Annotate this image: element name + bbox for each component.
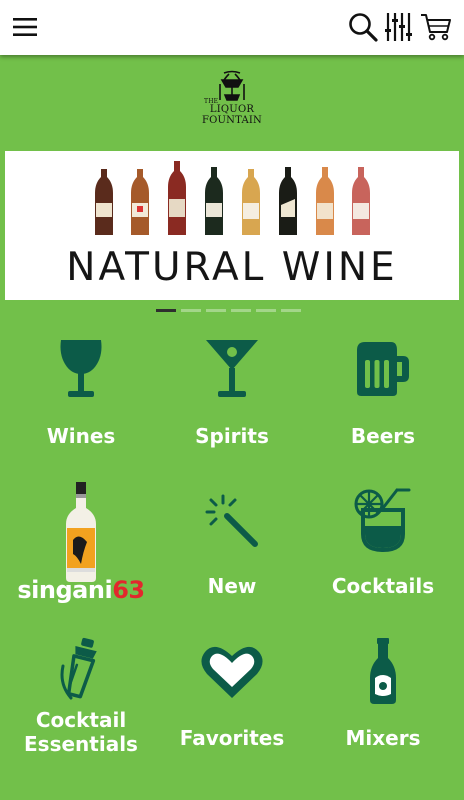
category-label-line1: Cocktail [35, 708, 127, 732]
category-tile-wines[interactable]: Wines [6, 330, 156, 480]
carousel-dot[interactable] [231, 309, 251, 312]
liquor-fountain-logo: THE LIQUOR FOUNTAIN [196, 70, 268, 132]
category-label: Spirits [195, 424, 269, 448]
beer-mug-icon [357, 342, 409, 396]
search-button[interactable] [345, 9, 381, 45]
singani63-logo-text: singani63 [17, 576, 145, 604]
carousel-dot[interactable] [156, 309, 176, 312]
wine-bottles-image [95, 161, 370, 235]
carousel-dot[interactable] [181, 309, 201, 312]
category-label: Wines [46, 424, 116, 448]
carousel-indicator [156, 309, 301, 312]
category-label-line2: Essentials [24, 732, 138, 756]
category-tile-spirits[interactable]: Spirits [157, 330, 307, 480]
category-label: Beers [350, 424, 416, 448]
category-tile-mixers[interactable]: Mixers [308, 630, 458, 780]
category-tile-new[interactable]: New [157, 480, 307, 630]
mixer-bottle-icon [370, 638, 396, 704]
banner-title: NATURAL WINE [66, 245, 398, 290]
category-tile-beers[interactable]: Beers [308, 330, 458, 480]
martini-glass-icon [206, 340, 258, 397]
magic-wand-icon [205, 494, 258, 547]
cart-button[interactable] [418, 9, 454, 45]
category-tile-favorites[interactable]: Favorites [157, 630, 307, 780]
wine-glass-icon [60, 340, 102, 397]
hamburger-menu-icon [13, 18, 37, 36]
carousel-dot[interactable] [206, 309, 226, 312]
menu-button[interactable] [7, 9, 43, 45]
cocktail-shaker-icon [60, 637, 97, 700]
singani63-bottle-image [66, 482, 96, 582]
logo-liquor-text: LIQUOR [209, 104, 255, 115]
category-label: Cocktails [331, 574, 435, 598]
category-label: Mixers [345, 726, 421, 750]
category-tile-cocktail-essentials[interactable]: Cocktail Essentials [6, 630, 156, 780]
logo-fountain-text: FOUNTAIN [202, 115, 262, 126]
cocktail-glass-icon [354, 488, 411, 553]
filter-button[interactable] [380, 9, 416, 45]
search-icon [349, 13, 378, 42]
carousel-dot[interactable] [281, 309, 301, 312]
heart-icon [201, 646, 263, 698]
top-app-bar [0, 0, 464, 55]
carousel-dot[interactable] [256, 309, 276, 312]
category-tile-singani63[interactable]: singani63 [6, 480, 156, 630]
cart-icon [421, 14, 451, 41]
filter-sliders-icon [385, 13, 412, 41]
category-label: Favorites [179, 726, 285, 750]
category-tile-cocktails[interactable]: Cocktails [308, 480, 458, 630]
category-label: New [207, 574, 257, 598]
